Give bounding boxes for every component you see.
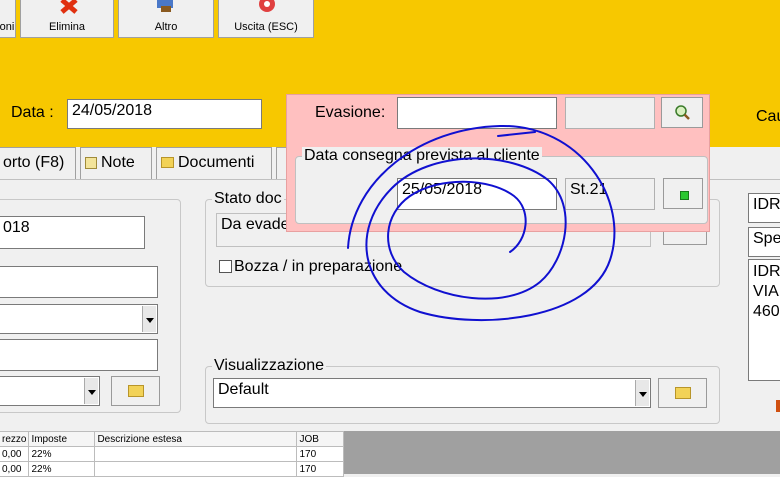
tab-notes-label: Note	[101, 154, 135, 171]
delete-x-icon	[60, 0, 78, 14]
right-truncated-label: Cau	[756, 108, 780, 125]
tab-notes[interactable]: Note	[80, 147, 152, 179]
col-header-tax: Imposte	[28, 431, 96, 447]
table-cell[interactable]: 0,00	[0, 461, 30, 477]
evasion-secondary-field	[565, 97, 655, 129]
table-cell[interactable]: 0,00	[0, 446, 30, 462]
tab-documents[interactable]: Documenti	[156, 147, 272, 179]
exit-icon	[259, 0, 275, 12]
date-field[interactable]: 24/05/2018	[67, 99, 262, 129]
magnifier-icon	[675, 105, 690, 120]
other-button-label: Altro	[154, 21, 178, 33]
evasion-zoom-button[interactable]	[661, 97, 703, 128]
table-header-row: rezzo Imposte Descrizione estesa JOB	[0, 431, 345, 447]
right-address-box[interactable]: IDR VIA 460	[748, 259, 780, 381]
evasion-field[interactable]	[397, 97, 557, 129]
table-cell[interactable]: 170	[296, 461, 345, 477]
delete-button-label: Elimina	[48, 21, 86, 33]
chevron-down-icon	[142, 306, 156, 332]
partial-toolbar-button[interactable]: oni	[0, 0, 16, 38]
table-cell[interactable]: 22%	[28, 446, 96, 462]
items-table: rezzo Imposte Descrizione estesa JOB 0,0…	[0, 431, 345, 477]
right-marker	[776, 400, 780, 412]
left-folder-button[interactable]	[111, 376, 160, 406]
table-cell[interactable]	[94, 446, 298, 462]
table-row[interactable]: 0,00 22% 170	[0, 446, 345, 462]
left-field-3[interactable]	[0, 339, 158, 371]
chevron-down-icon	[635, 380, 649, 406]
right-field-1[interactable]: IDR	[748, 193, 780, 223]
address-line: VIA	[753, 283, 779, 300]
tab-report-label: orto (F8)	[3, 154, 65, 171]
delivery-confirm-button[interactable]	[663, 178, 703, 209]
exit-button-label: Uscita (ESC)	[234, 21, 298, 33]
table-cell[interactable]: 22%	[28, 461, 96, 477]
table-cell[interactable]	[94, 461, 298, 477]
chevron-down-icon	[84, 378, 98, 404]
exit-button[interactable]: Uscita (ESC)	[218, 0, 314, 38]
left-dropdown-1[interactable]	[0, 304, 158, 334]
visualization-title: Visualizzazione	[212, 357, 326, 375]
delivery-status-field: St.21	[565, 178, 655, 210]
col-header-job: JOB	[296, 431, 345, 447]
tab-report[interactable]: orto (F8)	[0, 147, 76, 179]
delivery-group-title: Data consegna prevista al cliente	[302, 147, 542, 165]
right-field-2[interactable]: Spe	[748, 227, 780, 257]
note-icon	[85, 156, 97, 169]
address-line: 460	[753, 303, 780, 320]
evasion-label: Evasione:	[315, 104, 386, 121]
visualization-dropdown[interactable]: Default	[213, 378, 651, 408]
stato-title: Stato doc	[212, 190, 284, 208]
tab-documents-label: Documenti	[178, 154, 255, 171]
col-header-description: Descrizione estesa	[94, 431, 298, 447]
other-button[interactable]: Altro	[118, 0, 214, 38]
table-cell[interactable]: 170	[296, 446, 345, 462]
delivery-date-field[interactable]: 25/05/2018	[397, 178, 557, 210]
draft-checkbox-label: Bozza / in preparazione	[234, 258, 403, 275]
table-row[interactable]: 0,00 22% 170	[0, 461, 345, 477]
draft-checkbox[interactable]	[219, 260, 232, 273]
date-label: Data :	[11, 104, 54, 121]
folder-icon	[674, 387, 691, 399]
visualization-folder-button[interactable]	[658, 378, 707, 408]
folder-icon	[127, 385, 144, 397]
partial-button-label: oni	[0, 21, 15, 33]
delete-button[interactable]: Elimina	[20, 0, 114, 38]
address-line: IDR	[753, 263, 780, 280]
green-square-icon	[680, 191, 689, 200]
left-dropdown-2[interactable]	[0, 376, 100, 406]
col-header-price: rezzo	[0, 431, 30, 447]
left-field-2[interactable]	[0, 266, 158, 298]
folder-icon	[161, 157, 174, 169]
tools-icon	[157, 0, 173, 12]
left-field-1[interactable]: 018	[0, 216, 145, 249]
